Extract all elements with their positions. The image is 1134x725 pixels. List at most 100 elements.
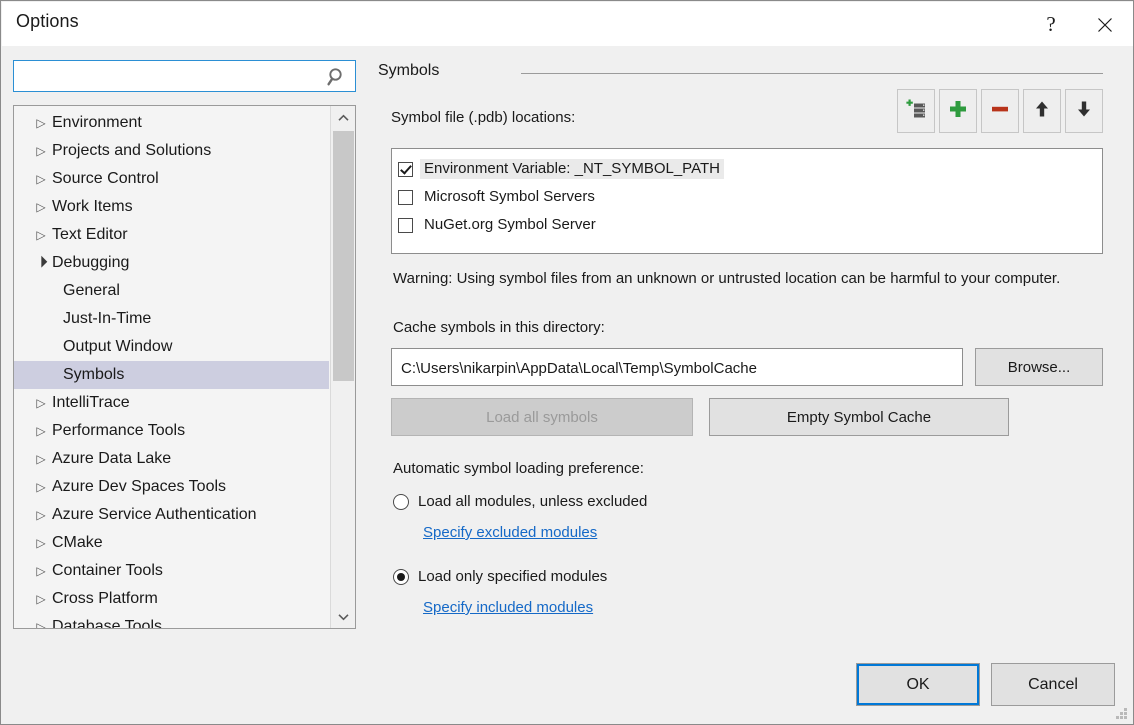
tree-item-label: Container Tools bbox=[52, 562, 163, 579]
tree-item-label: CMake bbox=[52, 534, 103, 551]
chevron-down-icon[interactable] bbox=[34, 249, 48, 277]
symbol-location-row[interactable]: Microsoft Symbol Servers bbox=[392, 183, 1102, 211]
tree-item-label: Debugging bbox=[52, 254, 129, 271]
symbol-locations-list[interactable]: Environment Variable: _NT_SYMBOL_PATH Mic… bbox=[391, 148, 1103, 254]
tree-item-azure-dev-spaces-tools[interactable]: Azure Dev Spaces Tools bbox=[14, 473, 329, 501]
symbol-locations-toolbar bbox=[897, 89, 1103, 133]
add-location-button[interactable] bbox=[939, 89, 977, 133]
symbol-location-row[interactable]: Environment Variable: _NT_SYMBOL_PATH bbox=[392, 155, 1102, 183]
chevron-right-icon[interactable] bbox=[34, 109, 48, 137]
checkbox-icon[interactable] bbox=[398, 218, 413, 233]
chevron-right-icon[interactable] bbox=[34, 585, 48, 613]
checkbox-icon[interactable] bbox=[398, 162, 413, 177]
tree-item-just-in-time[interactable]: Just-In-Time bbox=[14, 305, 329, 333]
tree-item-output-window[interactable]: Output Window bbox=[14, 333, 329, 361]
chevron-right-icon[interactable] bbox=[34, 473, 48, 501]
specify-included-modules-link[interactable]: Specify included modules bbox=[423, 599, 593, 616]
pdb-locations-label: Symbol file (.pdb) locations: bbox=[391, 109, 575, 126]
auto-symbol-loading-label: Automatic symbol loading preference: bbox=[393, 460, 644, 477]
tree-item-label: General bbox=[63, 282, 120, 299]
tree-item-label: Projects and Solutions bbox=[52, 142, 211, 159]
chevron-right-icon[interactable] bbox=[34, 165, 48, 193]
radio-label: Load all modules, unless excluded bbox=[418, 493, 647, 510]
specify-excluded-modules-link[interactable]: Specify excluded modules bbox=[423, 524, 597, 541]
symbol-location-row[interactable]: NuGet.org Symbol Server bbox=[392, 211, 1102, 239]
tree-item-debugging[interactable]: Debugging bbox=[14, 249, 329, 277]
tree-item-label: Symbols bbox=[63, 366, 124, 383]
move-up-button[interactable] bbox=[1023, 89, 1061, 133]
search-box[interactable] bbox=[13, 60, 356, 92]
page-title: Symbols bbox=[378, 62, 439, 80]
tree-item-azure-data-lake[interactable]: Azure Data Lake bbox=[14, 445, 329, 473]
tree-item-text-editor[interactable]: Text Editor bbox=[14, 221, 329, 249]
search-icon bbox=[325, 65, 349, 89]
new-symbol-server-icon bbox=[905, 98, 927, 125]
tree-item-label: Azure Dev Spaces Tools bbox=[52, 478, 226, 495]
tree-item-cmake[interactable]: CMake bbox=[14, 529, 329, 557]
new-symbol-server-button[interactable] bbox=[897, 89, 935, 133]
tree-item-label: Environment bbox=[52, 114, 142, 131]
tree-item-cross-platform[interactable]: Cross Platform bbox=[14, 585, 329, 613]
symbol-location-label: NuGet.org Symbol Server bbox=[420, 215, 600, 235]
browse-button[interactable]: Browse... bbox=[975, 348, 1103, 386]
move-down-button[interactable] bbox=[1065, 89, 1103, 133]
symbol-location-label: Environment Variable: _NT_SYMBOL_PATH bbox=[420, 159, 724, 179]
cancel-button[interactable]: Cancel bbox=[991, 663, 1115, 706]
tree-item-container-tools[interactable]: Container Tools bbox=[14, 557, 329, 585]
cache-directory-input[interactable] bbox=[399, 349, 959, 387]
tree-item-performance-tools[interactable]: Performance Tools bbox=[14, 417, 329, 445]
remove-icon bbox=[989, 98, 1011, 125]
chevron-right-icon[interactable] bbox=[34, 417, 48, 445]
chevron-right-icon[interactable] bbox=[34, 613, 48, 629]
tree-item-general[interactable]: General bbox=[14, 277, 329, 305]
tree-item-work-items[interactable]: Work Items bbox=[14, 193, 329, 221]
tree-item-label: Output Window bbox=[63, 338, 172, 355]
tree-item-azure-service-authentication[interactable]: Azure Service Authentication bbox=[14, 501, 329, 529]
tree-item-label: Work Items bbox=[52, 198, 133, 215]
load-all-symbols-button[interactable]: Load all symbols bbox=[391, 398, 693, 436]
chevron-right-icon[interactable] bbox=[34, 501, 48, 529]
cache-directory-box[interactable] bbox=[391, 348, 963, 386]
chevron-right-icon[interactable] bbox=[34, 137, 48, 165]
resize-grip[interactable] bbox=[1113, 705, 1129, 721]
search-input[interactable] bbox=[21, 61, 325, 93]
checkbox-icon[interactable] bbox=[398, 190, 413, 205]
tree-item-source-control[interactable]: Source Control bbox=[14, 165, 329, 193]
close-button[interactable] bbox=[1082, 3, 1128, 46]
scroll-down-icon[interactable] bbox=[331, 604, 355, 628]
symbol-warning-text: Warning: Using symbol files from an unkn… bbox=[393, 266, 1083, 291]
help-button[interactable]: ? bbox=[1028, 3, 1074, 46]
chevron-right-icon[interactable] bbox=[34, 529, 48, 557]
radio-load-only-specified-modules[interactable]: Load only specified modules bbox=[393, 568, 607, 585]
scrollbar-thumb[interactable] bbox=[333, 131, 354, 381]
tree-item-label: Azure Data Lake bbox=[52, 450, 171, 467]
move-down-icon bbox=[1073, 98, 1095, 125]
tree-item-label: Database Tools bbox=[52, 618, 162, 629]
chevron-right-icon[interactable] bbox=[34, 193, 48, 221]
radio-load-all-modules[interactable]: Load all modules, unless excluded bbox=[393, 493, 647, 510]
scroll-up-icon[interactable] bbox=[331, 106, 355, 130]
tree-item-environment[interactable]: Environment bbox=[14, 109, 329, 137]
radio-indicator bbox=[393, 569, 409, 585]
tree-item-label: Source Control bbox=[52, 170, 159, 187]
tree-scrollbar[interactable] bbox=[330, 106, 355, 628]
tree-item-database-tools[interactable]: Database Tools bbox=[14, 613, 329, 629]
options-tree-panel: Environment Projects and Solutions Source … bbox=[13, 105, 356, 629]
question-mark-icon: ? bbox=[1028, 3, 1074, 46]
chevron-right-icon[interactable] bbox=[34, 445, 48, 473]
chevron-right-icon[interactable] bbox=[34, 557, 48, 585]
title-bar: Options ? bbox=[2, 2, 1134, 46]
empty-symbol-cache-button[interactable]: Empty Symbol Cache bbox=[709, 398, 1009, 436]
tree-item-label: Cross Platform bbox=[52, 590, 158, 607]
tree-item-label: Performance Tools bbox=[52, 422, 185, 439]
window-title: Options bbox=[16, 11, 79, 32]
ok-button[interactable]: OK bbox=[856, 663, 980, 706]
tree-item-intellitrace[interactable]: IntelliTrace bbox=[14, 389, 329, 417]
chevron-right-icon[interactable] bbox=[34, 389, 48, 417]
tree-item-symbols[interactable]: Symbols bbox=[14, 361, 329, 389]
title-divider bbox=[521, 73, 1103, 74]
remove-location-button[interactable] bbox=[981, 89, 1019, 133]
chevron-right-icon[interactable] bbox=[34, 221, 48, 249]
tree-item-projects-and-solutions[interactable]: Projects and Solutions bbox=[14, 137, 329, 165]
tree-item-label: Text Editor bbox=[52, 226, 128, 243]
